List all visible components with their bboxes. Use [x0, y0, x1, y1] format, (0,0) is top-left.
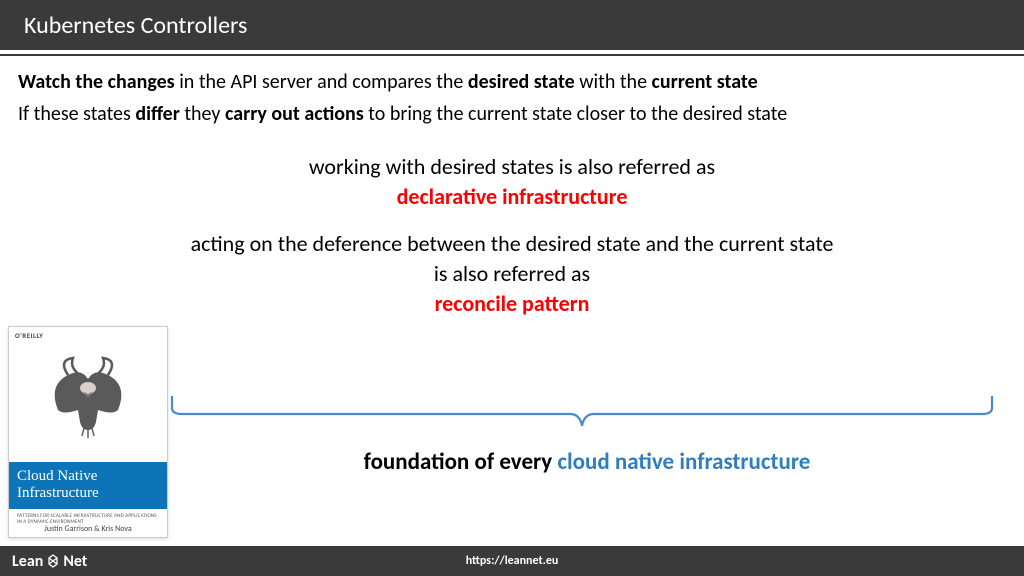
center-block-1: working with desired states is also refe…: [18, 152, 1006, 211]
c1-l2: declarative infrastructure: [18, 182, 1006, 212]
l1-s2: in the API server and compares the: [175, 70, 468, 94]
slide-title: Kubernetes Controllers: [24, 11, 247, 40]
l2-s2: differ: [135, 102, 179, 126]
footer-url: https://leannet.eu: [466, 554, 559, 568]
foundation-s1: foundation of every: [364, 448, 558, 476]
slide-body: Watch the changes in the API server and …: [0, 56, 1024, 318]
logo-left: Lean: [12, 552, 43, 571]
center-block-2: acting on the deference between the desi…: [18, 229, 1006, 318]
slide-title-bar: Kubernetes Controllers: [0, 0, 1024, 50]
l2-s3: they: [180, 102, 225, 126]
body-line-1: Watch the changes in the API server and …: [18, 68, 1006, 96]
l2-s1: If these states: [18, 102, 135, 126]
c2-l2: is also referred as: [18, 259, 1006, 289]
slide-footer: Lean Net https://leannet.eu: [0, 546, 1024, 576]
l2-s5: to bring the current state closer to the…: [364, 102, 787, 126]
book-title-l2: Infrastructure: [17, 485, 159, 502]
book-title-l1: Cloud Native: [17, 468, 159, 485]
book-title-band: Cloud Native Infrastructure: [9, 462, 167, 509]
book-cover-image: O'REILLY Cloud Native Infrastructure PAT…: [8, 326, 168, 538]
l1-s1: Watch the changes: [18, 70, 175, 94]
c2-l1: acting on the deference between the desi…: [18, 229, 1006, 259]
c1-l1: working with desired states is also refe…: [18, 152, 1006, 182]
logo-glyph-icon: [46, 554, 60, 568]
body-line-2: If these states differ they carry out ac…: [18, 100, 1006, 128]
book-cover-top: O'REILLY: [9, 327, 167, 462]
l2-s4: carry out actions: [225, 102, 364, 126]
l1-s4: with the: [575, 70, 652, 94]
vulture-illustration-icon: [38, 350, 138, 440]
book-publisher: O'REILLY: [15, 331, 43, 340]
book-authors: Justin Garrison & Kris Nova: [9, 524, 167, 534]
l1-s5: current state: [652, 70, 758, 94]
footer-logo: Lean Net: [12, 552, 87, 571]
l1-s3: desired state: [468, 70, 575, 94]
c2-l3: reconcile pattern: [18, 289, 1006, 319]
curly-brace-icon: [170, 394, 994, 434]
logo-right: Net: [63, 552, 87, 571]
foundation-s2: cloud native infrastructure: [557, 448, 810, 476]
foundation-line: foundation of every cloud native infrast…: [180, 448, 994, 476]
